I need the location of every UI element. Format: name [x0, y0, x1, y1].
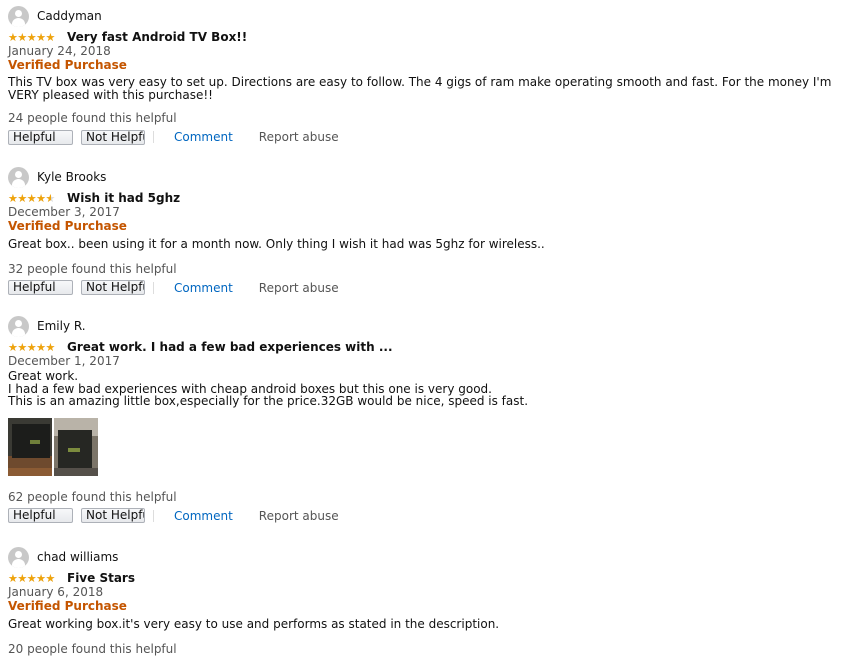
reviewer-name: chad williams	[37, 550, 119, 564]
review-date: December 3, 2017	[8, 205, 120, 219]
review-body: Great box.. been using it for a month no…	[8, 237, 545, 251]
review-card: Kyle Brooks ★★★★★ ★★★★★ Wish it had 5ghz …	[8, 166, 838, 297]
review-title[interactable]: Wish it had 5ghz	[67, 191, 180, 205]
review-body: Great work. I had a few bad experiences …	[8, 370, 838, 408]
star-rating-icon: ★★★★★ ★★★★★	[8, 572, 55, 584]
reviewer-profile[interactable]: Caddyman	[8, 5, 838, 27]
review-date: January 6, 2018	[8, 585, 104, 599]
divider	[153, 281, 154, 294]
comment-link[interactable]: Comment	[174, 281, 233, 295]
divider	[153, 131, 154, 143]
review-body-line: This is an amazing little box,especially…	[8, 394, 529, 408]
helpful-count: 62 people found this helpful	[8, 489, 177, 504]
review-photo-thumbnail[interactable]	[54, 417, 98, 476]
avatar-icon	[8, 315, 29, 337]
helpful-button[interactable]: Helpful	[8, 129, 73, 145]
review-body: This TV box was very easy to set up. Dir…	[8, 75, 832, 102]
verified-purchase-badge: Verified Purchase	[8, 599, 127, 613]
reviewer-profile[interactable]: chad williams	[8, 546, 838, 568]
avatar-icon	[8, 546, 29, 568]
review-title[interactable]: Very fast Android TV Box!!	[67, 30, 247, 44]
review-card: chad williams ★★★★★ ★★★★★ Five Stars Janu…	[8, 546, 838, 656]
divider	[153, 509, 154, 522]
review-card: Emily R. ★★★★★ ★★★★★ Great work. I had a …	[8, 315, 838, 525]
not-helpful-button[interactable]: Not Helpful	[81, 508, 145, 523]
tv-box-photo	[54, 417, 98, 476]
review-card: Caddyman ★★★★★ ★★★★★ Very fast Android TV…	[8, 5, 838, 146]
review-body: Great working box.it's very easy to use …	[8, 617, 500, 631]
review-title[interactable]: Five Stars	[67, 571, 135, 585]
avatar-icon	[8, 166, 29, 188]
helpful-count: 24 people found this helpful	[8, 111, 177, 125]
reviewer-name: Caddyman	[37, 9, 102, 23]
review-body-line: Great work.	[8, 369, 79, 383]
review-title[interactable]: Great work. I had a few bad experiences …	[67, 340, 393, 354]
report-abuse-link[interactable]: Report abuse	[259, 509, 339, 523]
reviewer-name: Emily R.	[37, 319, 86, 333]
star-rating-icon: ★★★★★ ★★★★★	[8, 31, 55, 43]
helpful-count: 20 people found this helpful	[8, 641, 177, 656]
star-rating-icon: ★★★★★ ★★★★★	[8, 341, 55, 353]
not-helpful-button[interactable]: Not Helpful	[81, 280, 145, 295]
comment-link[interactable]: Comment	[174, 509, 233, 523]
review-date: December 1, 2017	[8, 354, 120, 368]
comment-link[interactable]: Comment	[174, 130, 233, 144]
review-date: January 24, 2018	[8, 44, 111, 58]
report-abuse-link[interactable]: Report abuse	[259, 281, 339, 295]
report-abuse-link[interactable]: Report abuse	[259, 130, 339, 144]
verified-purchase-badge: Verified Purchase	[8, 219, 127, 233]
not-helpful-button[interactable]: Not Helpful	[81, 129, 145, 145]
tv-box-photo	[8, 417, 52, 476]
avatar-icon	[8, 5, 29, 27]
reviewer-name: Kyle Brooks	[37, 170, 107, 184]
review-photo-thumbnail[interactable]	[8, 417, 52, 476]
helpful-count: 32 people found this helpful	[8, 261, 177, 276]
star-rating-icon: ★★★★★ ★★★★★	[8, 192, 55, 204]
review-photos	[8, 417, 838, 476]
reviewer-profile[interactable]: Emily R.	[8, 315, 838, 337]
verified-purchase-badge: Verified Purchase	[8, 58, 127, 72]
helpful-button[interactable]: Helpful	[8, 508, 73, 523]
reviewer-profile[interactable]: Kyle Brooks	[8, 166, 838, 188]
helpful-button[interactable]: Helpful	[8, 280, 73, 295]
